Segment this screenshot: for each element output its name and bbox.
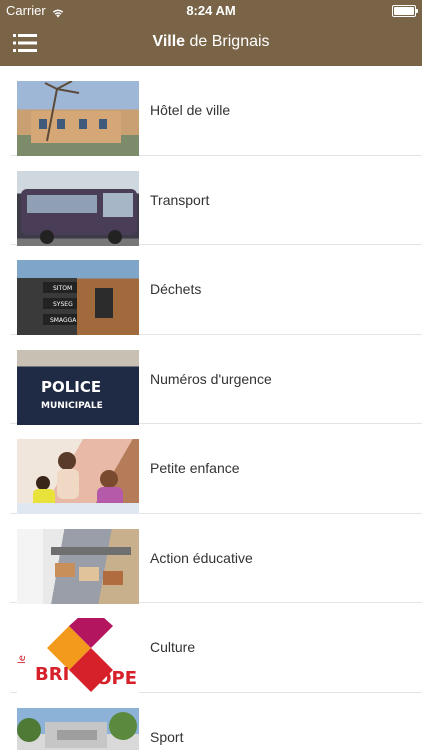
list-item-label: Numéros d'urgence bbox=[150, 370, 272, 387]
thumb-text-sitom: SITOM bbox=[53, 285, 72, 292]
menu-list: Hôtel de ville Transport SITOM SYSEG SMA… bbox=[0, 66, 422, 750]
page-title-bold: Ville bbox=[152, 33, 186, 50]
culture-thumbnail: le BRI COPE bbox=[17, 618, 139, 693]
sport-thumbnail bbox=[17, 707, 139, 750]
list-item-transport[interactable]: Transport bbox=[10, 156, 422, 246]
list-item-label: Sport bbox=[150, 728, 184, 745]
status-time: 8:24 AM bbox=[186, 3, 236, 18]
dechets-thumbnail: SITOM SYSEG SMAGGA bbox=[17, 260, 139, 335]
list-item-dechets[interactable]: SITOM SYSEG SMAGGA Déchets bbox=[10, 245, 422, 335]
list-item-label: Culture bbox=[150, 639, 196, 655]
list-item-label: Déchets bbox=[150, 281, 202, 297]
thumb-text-cope: COPE bbox=[83, 668, 137, 689]
page-title: Ville de Brignais bbox=[0, 33, 422, 51]
page-title-rest: de Brignais bbox=[185, 33, 270, 50]
thumb-text-bri: BRI bbox=[35, 664, 69, 685]
thumb-text-police: POLICE bbox=[41, 378, 101, 396]
list-item-label: Hôtel de ville bbox=[150, 102, 231, 118]
list-item-culture[interactable]: le BRI COPE Culture bbox=[10, 603, 422, 693]
petite-enfance-thumbnail bbox=[17, 439, 139, 514]
thumb-text-le: le bbox=[17, 655, 28, 664]
list-item-action-educative[interactable]: Action éducative bbox=[10, 514, 422, 604]
police-thumbnail: POLICE MUNICIPALE bbox=[17, 349, 139, 425]
action-educative-thumbnail bbox=[17, 528, 139, 604]
list-item-label: Transport bbox=[150, 191, 210, 208]
list-item-sport[interactable]: Sport bbox=[10, 693, 422, 750]
battery-icon bbox=[392, 5, 418, 17]
transport-thumbnail bbox=[17, 170, 139, 246]
list-item-numeros-urgence[interactable]: POLICE MUNICIPALE Numéros d'urgence bbox=[10, 335, 422, 425]
thumb-text-syseg: SYSEG bbox=[53, 301, 73, 308]
list-item-label: Petite enfance bbox=[150, 460, 240, 476]
hotel-de-ville-thumbnail bbox=[17, 81, 139, 156]
list-item-hotel-de-ville[interactable]: Hôtel de ville bbox=[10, 66, 422, 156]
navigation-bar: Ville de Brignais bbox=[0, 22, 422, 66]
status-bar: Carrier 8:24 AM bbox=[0, 0, 422, 22]
list-item-petite-enfance[interactable]: Petite enfance bbox=[10, 424, 422, 514]
thumb-text-municipale: MUNICIPALE bbox=[41, 401, 103, 411]
list-item-label: Action éducative bbox=[150, 549, 253, 566]
thumb-text-smagga: SMAGGA bbox=[50, 317, 77, 324]
